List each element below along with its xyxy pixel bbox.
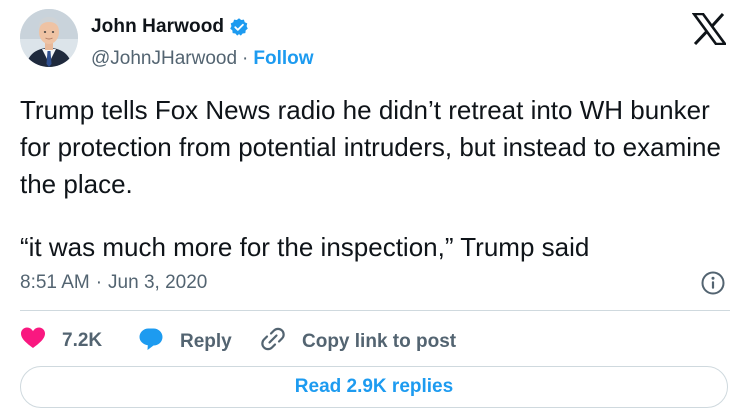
read-replies-button[interactable]: Read 2.9K replies	[20, 366, 728, 408]
follow-button[interactable]: Follow	[253, 48, 313, 70]
like-count: 7.2K	[62, 330, 103, 351]
heart-icon	[20, 326, 46, 356]
separator-dot: ·	[242, 48, 249, 69]
timestamp[interactable]: 8:51 AM · Jun 3, 2020	[20, 272, 207, 294]
avatar[interactable]	[20, 9, 78, 67]
author-name-row: John Harwood	[91, 16, 249, 38]
verified-badge-icon	[229, 17, 249, 37]
author-handle[interactable]: @JohnJHarwood	[91, 48, 237, 70]
read-replies-label: Read 2.9K replies	[294, 376, 454, 397]
author-handle-row: @JohnJHarwood · Follow	[91, 48, 314, 70]
info-icon[interactable]	[700, 270, 726, 296]
tweet-date: Jun 3, 2020	[108, 272, 208, 293]
tweet-embed-card: John Harwood @JohnJHarwood · Follow Trum…	[0, 0, 738, 410]
copy-link-label: Copy link to post	[302, 331, 457, 352]
reply-bubble-icon	[138, 326, 164, 358]
copy-link-button[interactable]: Copy link to post	[260, 326, 456, 358]
tweet-time: 8:51 AM	[20, 272, 90, 293]
reply-button[interactable]: Reply	[138, 326, 232, 358]
divider	[20, 310, 730, 311]
like-button[interactable]: 7.2K	[20, 326, 102, 356]
tweet-text: Trump tells Fox News radio he didn’t ret…	[20, 92, 732, 266]
author-name[interactable]: John Harwood	[91, 16, 224, 38]
x-logo-icon[interactable]	[691, 12, 728, 46]
tweet-paragraph: Trump tells Fox News radio he didn’t ret…	[20, 95, 721, 199]
reply-label: Reply	[180, 331, 232, 352]
tweet-quote-paragraph: “it was much more for the inspection,” T…	[20, 232, 590, 262]
separator-dot: ·	[95, 272, 103, 293]
link-icon	[260, 326, 286, 358]
